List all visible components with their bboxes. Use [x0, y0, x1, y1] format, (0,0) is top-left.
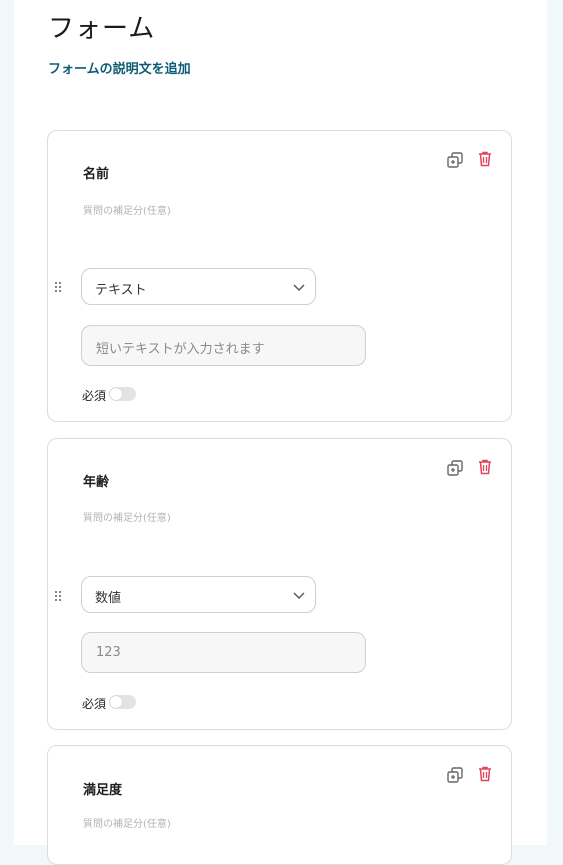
question-subtitle[interactable]: 質問の補足分(任意)	[83, 509, 171, 524]
toggle-knob	[110, 388, 122, 400]
answer-preview-field: 123	[81, 632, 366, 673]
duplicate-icon[interactable]	[446, 459, 464, 477]
answer-placeholder: 123	[96, 645, 121, 660]
question-title[interactable]: 名前	[83, 163, 109, 182]
question-type-value: 数値	[95, 591, 122, 606]
duplicate-icon[interactable]	[446, 151, 464, 169]
question-card: 満足度 質問の補足分(任意)	[47, 745, 512, 865]
required-label: 必須	[82, 697, 107, 711]
question-type-select[interactable]: テキスト	[81, 268, 316, 305]
add-description-link[interactable]: フォームの説明文を追加	[48, 58, 191, 77]
toggle-knob	[110, 696, 122, 708]
question-title[interactable]: 年齢	[83, 471, 109, 490]
question-type-value: テキスト	[95, 283, 147, 298]
answer-preview-field: 短いテキストが入力されます	[81, 325, 366, 366]
question-card: 名前 質問の補足分(任意) テキスト 短いテキストが入力されます 必須	[47, 130, 512, 422]
question-type-select[interactable]: 数値	[81, 576, 316, 613]
required-label: 必須	[82, 389, 107, 403]
form-title[interactable]: フォーム	[48, 8, 155, 45]
form-editor-page: フォーム フォームの説明文を追加 名前 質問の補足分(任意) テキスト 短いテキ	[14, 0, 547, 865]
answer-placeholder: 短いテキストが入力されます	[96, 342, 265, 357]
chevron-down-icon	[293, 592, 305, 599]
question-card: 年齢 質問の補足分(任意) 数値 123 必須	[47, 438, 512, 730]
required-toggle[interactable]	[109, 695, 136, 709]
trash-icon[interactable]	[476, 150, 494, 168]
question-subtitle[interactable]: 質問の補足分(任意)	[83, 202, 171, 217]
trash-icon[interactable]	[476, 458, 494, 476]
duplicate-icon[interactable]	[446, 766, 464, 784]
required-toggle[interactable]	[109, 387, 136, 401]
drag-handle-icon[interactable]	[53, 589, 63, 603]
chevron-down-icon	[293, 284, 305, 291]
question-subtitle[interactable]: 質問の補足分(任意)	[83, 815, 171, 830]
question-title[interactable]: 満足度	[83, 779, 122, 798]
trash-icon[interactable]	[476, 765, 494, 783]
drag-handle-icon[interactable]	[53, 280, 63, 294]
